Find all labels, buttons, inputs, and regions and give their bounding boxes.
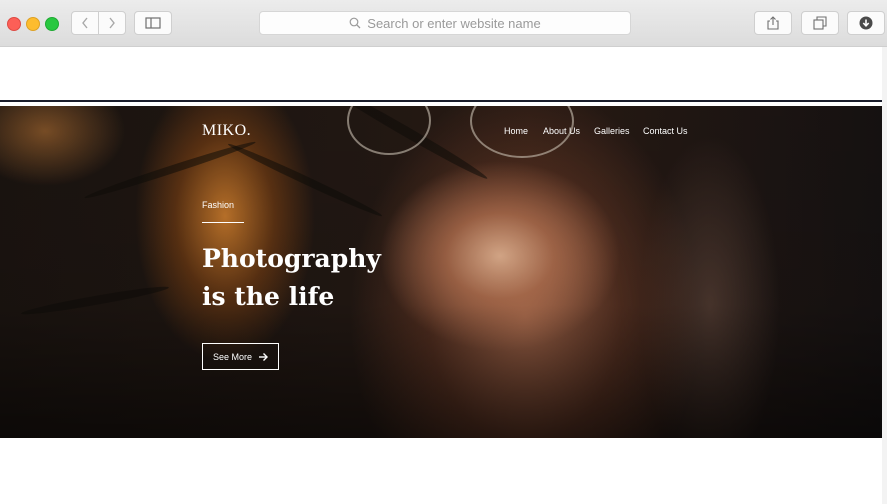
hero-overlay	[0, 106, 882, 438]
hero-rule	[202, 222, 244, 223]
hero-category-label: Fashion	[202, 200, 235, 210]
share-icon	[767, 16, 779, 30]
zoom-window-button[interactable]	[45, 17, 59, 31]
chevron-left-icon	[82, 17, 88, 29]
back-button[interactable]	[71, 11, 99, 35]
chevron-right-icon	[109, 17, 115, 29]
hero-headline-line-1: Photography	[202, 244, 381, 273]
nav-link-galleries[interactable]: Galleries	[594, 126, 630, 136]
see-more-button[interactable]: See More	[202, 343, 279, 370]
page-scrollbar[interactable]	[882, 47, 887, 504]
address-bar[interactable]: Search or enter website name	[259, 11, 631, 35]
address-placeholder: Search or enter website name	[367, 15, 541, 31]
sidebar-toggle-button[interactable]	[134, 11, 172, 35]
hero-banner: MIKO. Home About Us Galleries Contact Us…	[0, 106, 882, 438]
sidebar-icon	[145, 17, 161, 29]
header-divider	[0, 100, 882, 102]
see-more-label: See More	[212, 351, 253, 362]
close-window-button[interactable]	[7, 17, 21, 31]
download-icon	[859, 16, 873, 30]
show-tabs-button[interactable]	[801, 11, 839, 35]
downloads-button[interactable]	[847, 11, 885, 35]
hero-headline: Photography is the life	[202, 240, 381, 316]
site-logo[interactable]: MIKO.	[202, 122, 251, 140]
share-button[interactable]	[754, 11, 792, 35]
hero-headline-line-2: is the life	[202, 282, 335, 311]
nav-link-contact-us[interactable]: Contact Us	[643, 126, 688, 136]
nav-link-about-us[interactable]: About Us	[543, 126, 580, 136]
forward-button[interactable]	[98, 11, 126, 35]
arrow-right-icon	[259, 352, 269, 361]
nav-link-home[interactable]: Home	[504, 126, 528, 136]
minimize-window-button[interactable]	[26, 17, 40, 31]
browser-toolbar: Search or enter website name	[0, 0, 887, 47]
tabs-icon	[813, 16, 827, 30]
search-icon	[349, 17, 361, 29]
